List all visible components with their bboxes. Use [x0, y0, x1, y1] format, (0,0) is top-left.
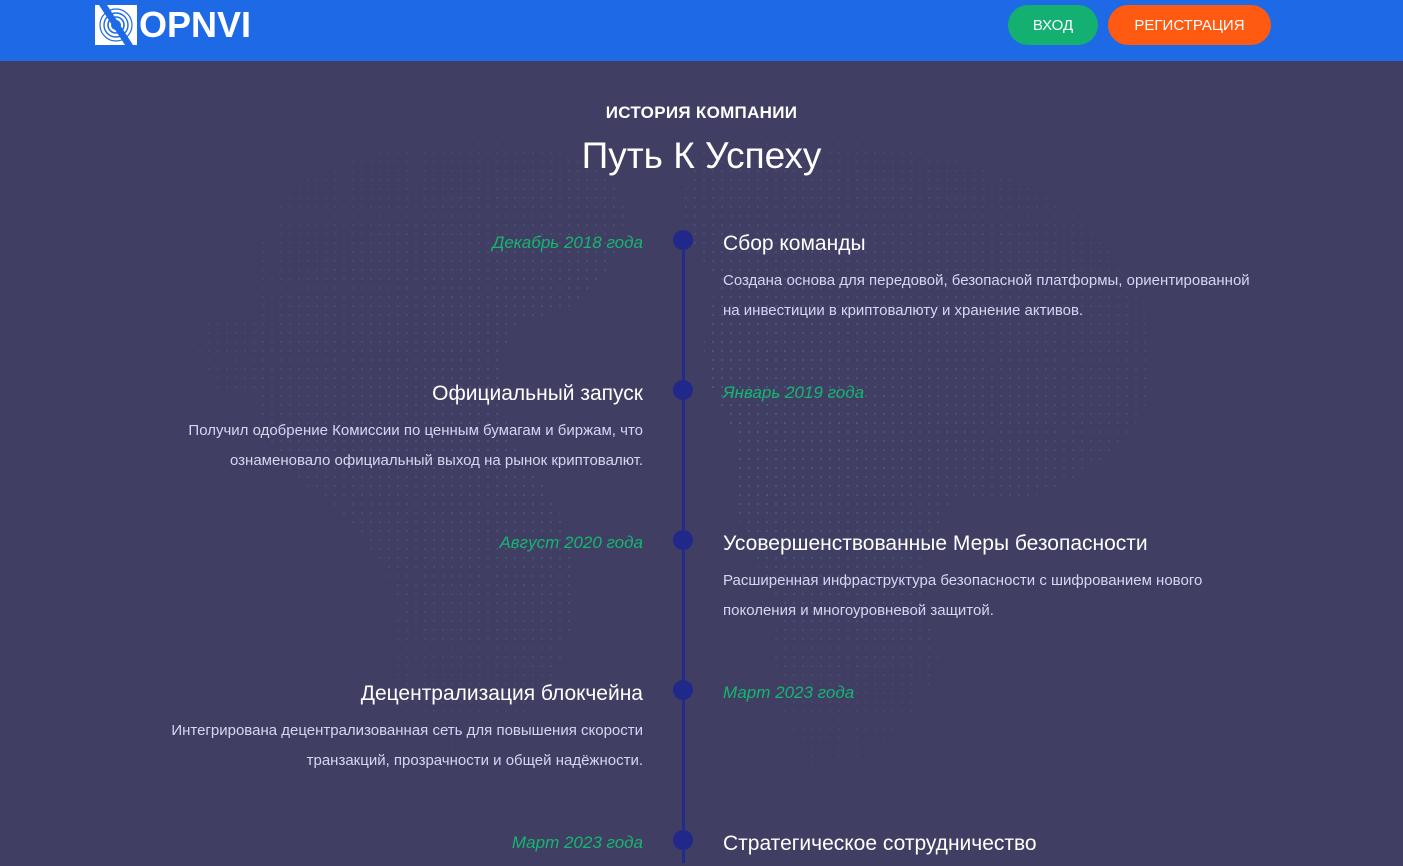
timeline-event: Официальный запуск Получил одобрение Ком…: [123, 380, 643, 476]
register-button[interactable]: РЕГИСТРАЦИЯ: [1108, 5, 1271, 45]
timeline-dot: [673, 830, 693, 850]
event-title: Официальный запуск: [432, 382, 643, 405]
timeline-event: Децентрализация блокчейна Интегрирована …: [123, 680, 643, 776]
timeline-date: Август 2020 года: [499, 533, 643, 552]
section-title: Путь К Успеху: [581, 135, 822, 176]
timeline-event: Сбор команды Создана основа для передово…: [723, 230, 1263, 326]
timeline-dot: [673, 230, 693, 250]
timeline-event: Стратегическое сотрудничество: [723, 830, 1263, 866]
event-description: Создана основа для передовой, безопасной…: [723, 272, 1250, 319]
event-title: Усовершенствованные Меры безопасности: [723, 532, 1148, 555]
timeline-dot: [673, 680, 693, 700]
login-button[interactable]: ВХОД: [1008, 5, 1098, 45]
top-nav-bar: OPNVI ВХОД РЕГИСТРАЦИЯ: [0, 0, 1403, 61]
event-description: Расширенная инфраструктура безопасности …: [723, 572, 1203, 619]
timeline-line: [682, 240, 685, 863]
timeline-dot: [673, 380, 693, 400]
event-description: Интегрирована децентрализованная сеть дл…: [171, 722, 643, 769]
brand-logo[interactable]: OPNVI: [95, 5, 251, 45]
timeline-dot: [673, 530, 693, 550]
event-title: Стратегическое сотрудничество: [723, 832, 1037, 855]
logo-text: OPNVI: [139, 4, 252, 45]
event-description: Получил одобрение Комиссии по ценным бум…: [188, 422, 643, 469]
timeline-date: Март 2023 года: [723, 683, 855, 702]
timeline-date: Декабрь 2018 года: [492, 233, 643, 252]
logo-signal-icon: [95, 5, 137, 45]
event-title: Сбор команды: [723, 232, 866, 255]
timeline-event: Усовершенствованные Меры безопасности Ра…: [723, 530, 1253, 626]
event-title: Децентрализация блокчейна: [360, 682, 643, 705]
section-eyebrow: ИСТОРИЯ КОМПАНИИ: [605, 103, 798, 122]
timeline-date: Март 2023 года: [511, 833, 643, 852]
timeline-date: Январь 2019 года: [723, 383, 865, 402]
